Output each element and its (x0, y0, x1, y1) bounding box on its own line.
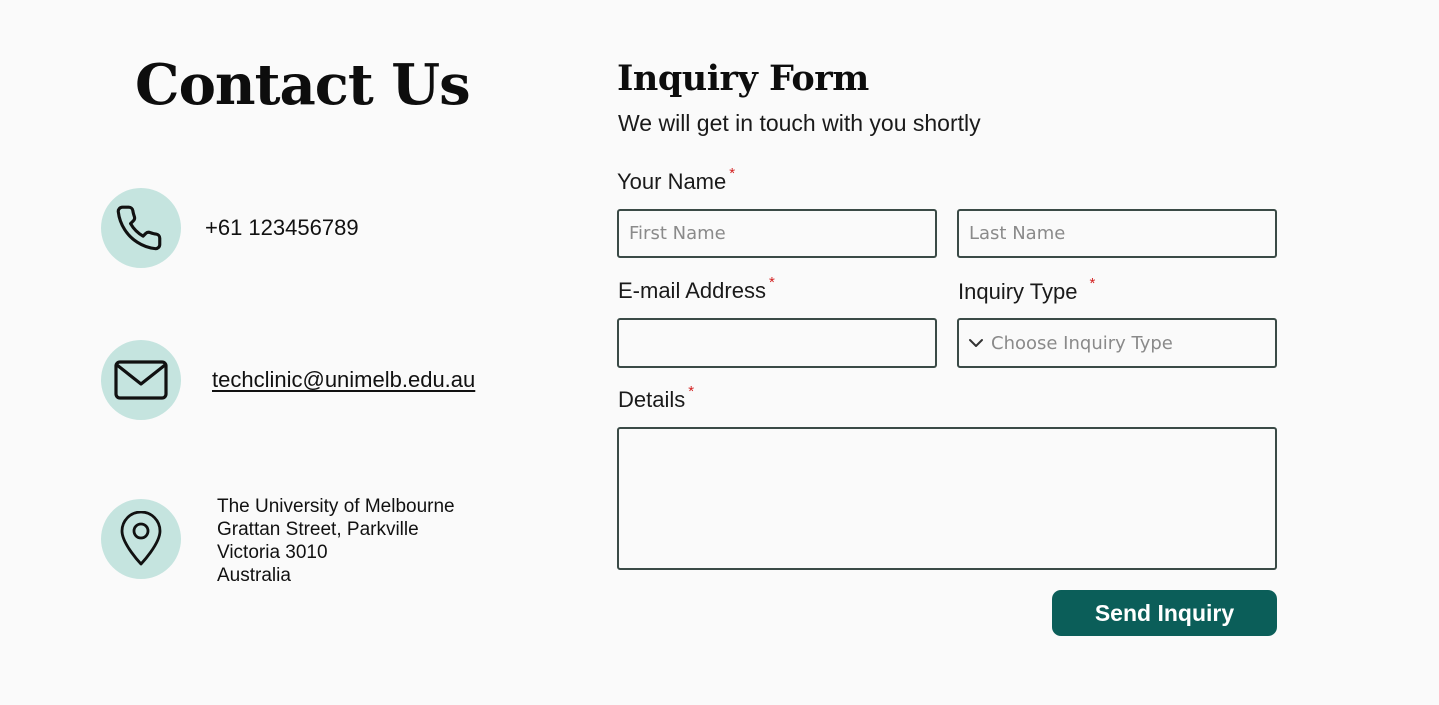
chevron-down-icon (969, 339, 983, 347)
required-marker: * (729, 165, 736, 182)
form-subtitle: We will get in touch with you shortly (618, 110, 981, 136)
details-label: Details * (618, 383, 694, 413)
email-link[interactable]: techclinic@unimelb.edu.au (212, 367, 475, 393)
inquiry-type-select[interactable]: Choose Inquiry Type (957, 318, 1277, 368)
details-textarea[interactable] (617, 427, 1277, 570)
mail-icon (101, 340, 181, 420)
address-line: Australia (217, 565, 291, 586)
inquiry-type-selected: Choose Inquiry Type (991, 332, 1173, 354)
required-marker: * (688, 383, 695, 400)
email-label-text: E-mail Address (618, 278, 766, 303)
required-marker: * (1089, 275, 1096, 292)
name-label-text: Your Name (617, 169, 727, 194)
phone-number: +61 123456789 (205, 215, 359, 240)
email-label: E-mail Address * (618, 274, 775, 304)
details-label-text: Details (618, 387, 686, 412)
address-line: The University of Melbourne (217, 496, 455, 517)
email-row: techclinic@unimelb.edu.au (101, 340, 475, 420)
required-marker: * (768, 274, 775, 291)
last-name-input[interactable] (957, 209, 1277, 258)
contact-page: Contact Us +61 123456789 techclinic@unim… (0, 0, 1439, 705)
email-input[interactable] (617, 318, 937, 368)
phone-row: +61 123456789 (101, 188, 359, 268)
contact-title: Contact Us (135, 52, 471, 118)
send-inquiry-button[interactable]: Send Inquiry (1052, 590, 1277, 636)
address-row: The University of Melbourne Grattan Stre… (101, 491, 455, 587)
form-title: Inquiry Form (617, 58, 869, 99)
address: The University of Melbourne Grattan Stre… (217, 495, 455, 587)
location-pin-icon (101, 499, 181, 579)
address-line: Grattan Street, Parkville (217, 519, 419, 540)
inquiry-type-label: Inquiry Type * (958, 275, 1095, 305)
address-line: Victoria 3010 (217, 542, 328, 563)
name-label: Your Name * (617, 165, 735, 195)
first-name-input[interactable] (617, 209, 937, 258)
phone-icon (101, 188, 181, 268)
inquiry-type-label-text: Inquiry Type (958, 279, 1078, 304)
